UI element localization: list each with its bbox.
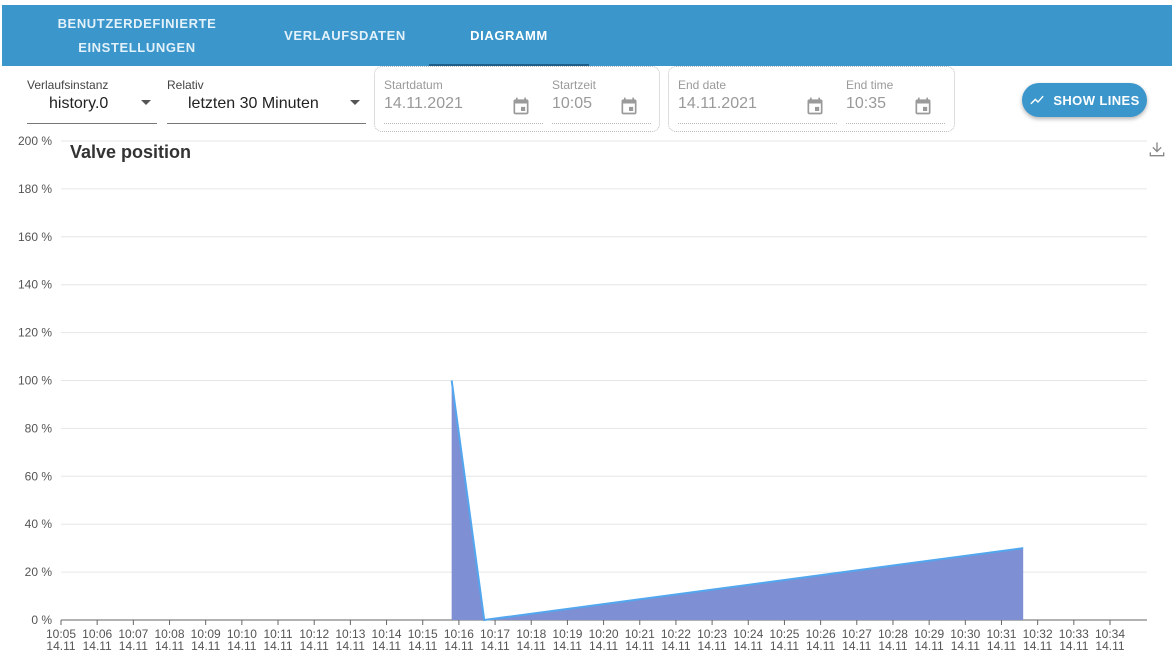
chevron-down-icon	[141, 100, 151, 105]
x-tick-date: 14.11	[444, 639, 473, 653]
x-axis-ticks: 10:0514.1110:0614.1110:0714.1110:0814.11…	[46, 620, 1125, 653]
tab-bar: BENUTZERDEFINIERTE EINSTELLUNGEN VERLAUF…	[2, 5, 1172, 66]
tab-history-data[interactable]: VERLAUFSDATEN	[270, 5, 420, 66]
y-tick-label: 140 %	[18, 278, 52, 292]
chart-series	[450, 380, 1024, 622]
end-date-label: End date	[678, 78, 727, 92]
end-time-value: 10:35	[846, 95, 887, 112]
x-tick-date: 14.11	[372, 639, 401, 653]
x-tick-date: 14.11	[155, 639, 184, 653]
x-tick-date: 14.11	[263, 639, 292, 653]
relative-select[interactable]: Relativ letzten 30 Minuten	[167, 78, 366, 124]
start-date-field[interactable]: Startdatum 14.11.2021	[384, 78, 543, 124]
x-tick-date: 14.11	[915, 639, 944, 653]
start-date-underline	[384, 123, 543, 124]
series-area	[451, 380, 1024, 620]
x-tick-date: 14.11	[517, 639, 546, 653]
y-tick-label: 120 %	[18, 326, 52, 340]
x-tick-date: 14.11	[770, 639, 799, 653]
y-tick-label: 200 %	[18, 134, 52, 148]
x-tick-date: 14.11	[878, 639, 907, 653]
tab-custom-settings-label-line1: BENUTZERDEFINIERTE	[57, 15, 217, 31]
instance-select[interactable]: Verlaufsinstanz history.0	[27, 78, 157, 124]
calendar-icon[interactable]	[913, 96, 933, 116]
relative-value: letzten 30 Minuten	[188, 95, 319, 112]
x-tick-date: 14.11	[806, 639, 835, 653]
y-tick-label: 60 %	[25, 469, 53, 483]
x-tick-date: 14.11	[46, 639, 75, 653]
instance-label: Verlaufsinstanz	[27, 78, 109, 92]
x-tick-date: 14.11	[698, 639, 727, 653]
calendar-icon[interactable]	[805, 96, 825, 116]
y-tick-label: 180 %	[18, 182, 52, 196]
y-tick-label: 80 %	[25, 421, 53, 435]
instance-underline	[27, 123, 157, 124]
x-tick-date: 14.11	[336, 639, 365, 653]
x-tick-date: 14.11	[119, 639, 148, 653]
x-tick-date: 14.11	[83, 639, 112, 653]
x-tick-date: 14.11	[1059, 639, 1088, 653]
start-time-underline	[552, 123, 651, 124]
x-tick-date: 14.11	[1095, 639, 1124, 653]
relative-label: Relativ	[167, 78, 204, 92]
relative-underline	[167, 123, 366, 124]
start-time-label: Startzeit	[552, 78, 597, 92]
start-time-field[interactable]: Startzeit 10:05	[552, 78, 651, 124]
tab-chart[interactable]: DIAGRAMM	[429, 5, 589, 66]
x-tick-date: 14.11	[625, 639, 654, 653]
end-time-underline	[846, 123, 945, 124]
start-date-value: 14.11.2021	[384, 95, 463, 112]
x-tick-date: 14.11	[227, 639, 256, 653]
x-tick-date: 14.11	[191, 639, 220, 653]
download-icon[interactable]	[1147, 139, 1167, 159]
tab-custom-settings[interactable]: BENUTZERDEFINIERTE EINSTELLUNGEN	[32, 5, 242, 66]
x-tick-date: 14.11	[987, 639, 1016, 653]
x-tick-date: 14.11	[480, 639, 509, 653]
x-tick-date: 14.11	[951, 639, 980, 653]
y-tick-label: 160 %	[18, 230, 52, 244]
chevron-down-icon	[350, 100, 360, 105]
x-tick-date: 14.11	[661, 639, 690, 653]
y-tick-label: 100 %	[18, 374, 52, 388]
tab-custom-settings-label-line2: EINSTELLUNGEN	[78, 39, 196, 55]
calendar-icon[interactable]	[511, 96, 531, 116]
tab-chart-label: DIAGRAMM	[470, 27, 548, 43]
end-date-underline	[678, 123, 837, 124]
y-axis-ticks: 0 % 20 % 40 % 60 % 80 % 100 % 120 % 140 % 160 % 1…	[18, 134, 52, 627]
instance-value: history.0	[49, 95, 109, 112]
chart-title: Valve position	[70, 142, 192, 162]
x-tick-date: 14.11	[300, 639, 329, 653]
y-tick-label: 20 %	[25, 565, 53, 579]
y-tick-label: 40 %	[25, 517, 53, 531]
x-tick-date: 14.11	[553, 639, 582, 653]
valve-position-chart: 0 % 20 % 40 % 60 % 80 % 100 % 120 % 140 % 160 % 1…	[18, 134, 1147, 653]
end-time-label: End time	[846, 78, 894, 92]
end-date-field[interactable]: End date 14.11.2021	[678, 78, 837, 124]
end-date-value: 14.11.2021	[678, 95, 757, 112]
end-time-field[interactable]: End time 10:35	[846, 78, 945, 124]
calendar-icon[interactable]	[619, 96, 639, 116]
tab-history-data-label: VERLAUFSDATEN	[284, 27, 406, 43]
x-tick-date: 14.11	[1023, 639, 1052, 653]
show-chart-icon	[1030, 95, 1044, 105]
x-tick-date: 14.11	[842, 639, 871, 653]
show-lines-label: SHOW LINES	[1053, 92, 1140, 108]
x-tick-date: 14.11	[589, 639, 618, 653]
x-tick-date: 14.11	[734, 639, 763, 653]
start-time-value: 10:05	[552, 95, 593, 112]
show-lines-button[interactable]: SHOW LINES	[1022, 83, 1147, 117]
y-tick-label: 0 %	[31, 613, 52, 627]
start-date-label: Startdatum	[384, 78, 443, 92]
chart-grid	[61, 140, 1147, 621]
x-tick-date: 14.11	[408, 639, 437, 653]
